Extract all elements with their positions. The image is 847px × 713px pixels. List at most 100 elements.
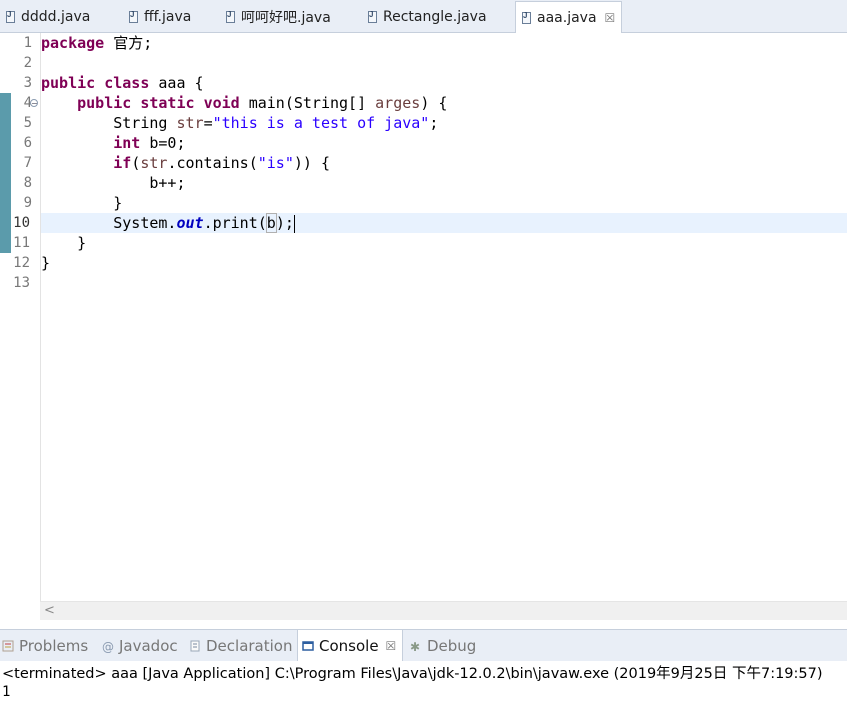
keyword: package [41,34,105,52]
line-number: 13 [13,275,30,291]
java-file-icon [226,10,235,23]
code-text: .print( [203,214,267,232]
code-text: String [113,114,177,132]
tab-label: dddd.java [21,8,91,25]
line-number: 12 [13,255,30,271]
code-text: } [113,194,123,212]
tab-label: aaa.java [537,9,597,26]
code-text: System. [113,214,177,232]
line-number: 8 [23,175,32,191]
code-text: main(String[] [239,94,376,112]
tab-aaa-java[interactable]: aaa.java ☒ [515,1,623,33]
editor-tab-bar: dddd.java fff.java 呵呵好吧.java Rectangle.j… [0,0,847,33]
code-text: b++; [149,174,186,192]
console-process-description: <terminated> aaa [Java Application] C:\P… [2,666,823,682]
local-variable: str [140,154,168,172]
tab-label: Console [319,636,379,655]
static-field: out [176,214,204,232]
line-number: 2 [23,55,32,71]
line-number: 7 [23,155,32,171]
bug-icon: ✱ [410,639,421,654]
code-editor[interactable]: 1 2 3 4 − 5 6 7 8 9 10 11 12 13 package … [0,33,847,601]
tab-rectangle-java[interactable]: Rectangle.java [362,2,487,31]
keyword: public [41,74,96,92]
code-line: public class aaa { [41,73,847,93]
code-line: if(str.contains("is")) { [41,153,847,173]
tab-declaration[interactable]: Declaration [189,630,292,661]
java-file-icon [368,10,377,23]
tab-hehe-java[interactable]: 呵呵好吧.java [220,2,331,31]
tab-label: fff.java [144,8,192,25]
java-file-icon [522,11,531,24]
keyword: if [113,154,132,172]
line-number: 3 [23,75,32,91]
code-text: aaa { [149,74,204,92]
keyword: void [203,94,240,112]
tab-label: Declaration [206,636,293,655]
code-line: public static void main(String[] arges) … [41,93,847,113]
console-output: 1 [2,684,11,700]
view-tab-bar: Problems @ Javadoc Declaration Console ☒… [0,629,847,662]
code-line: package 官方; [41,33,847,53]
fold-collapse-icon[interactable]: − [30,99,38,108]
code-line: } [41,233,847,253]
code-area[interactable]: package 官方; public class aaa { public st… [41,33,847,601]
line-number: 4 [23,95,32,111]
console-view[interactable]: <terminated> aaa [Java Application] C:\P… [0,661,847,713]
at-icon: @ [102,639,114,654]
tab-fff-java[interactable]: fff.java [123,2,191,31]
tab-label: Rectangle.java [383,8,487,25]
matched-token: b [265,213,277,233]
change-ruler [0,33,12,601]
problems-icon [2,640,14,651]
code-text: } [41,254,51,272]
close-icon[interactable]: ☒ [605,11,616,25]
tab-label: Javadoc [119,636,178,655]
line-number: 5 [23,115,32,131]
keyword: int [113,134,141,152]
code-line: } [41,253,847,273]
tab-debug[interactable]: ✱ Debug [410,630,476,661]
line-number: 10 [13,215,30,231]
tab-dddd-java[interactable]: dddd.java [0,2,90,31]
tab-problems[interactable]: Problems [2,630,88,661]
tab-label: Debug [427,636,477,655]
scroll-left-icon[interactable]: < [44,603,55,618]
code-text: } [77,234,87,252]
code-text: = [203,114,213,132]
code-text: ) { [420,94,448,112]
code-text: 官方; [104,34,153,52]
console-icon [302,640,314,651]
horizontal-scrollbar[interactable]: < [40,601,847,620]
code-text: .contains( [167,154,258,172]
line-number: 6 [23,135,32,151]
tab-javadoc[interactable]: @ Javadoc [102,630,178,661]
keyword: static [140,94,195,112]
tab-console[interactable]: Console ☒ [297,630,404,661]
local-variable: str [176,114,204,132]
declaration-icon [190,640,200,651]
close-icon[interactable]: ☒ [386,639,397,653]
keyword: public [77,94,132,112]
code-line: int b=0; [41,133,847,153]
code-line: String str="this is a test of java"; [41,113,847,133]
tab-label: 呵呵好吧.java [241,9,331,26]
string-literal: "is" [257,154,294,172]
code-text: ); [275,214,294,232]
parameter: arges [375,94,421,112]
code-text: ( [131,154,141,172]
keyword: class [104,74,150,92]
java-file-icon [6,10,15,23]
code-text: b=0; [140,134,186,152]
code-text: )) { [293,154,330,172]
java-file-icon [129,10,138,23]
code-line: b++; [41,173,847,193]
line-number: 11 [13,235,30,251]
line-number: 9 [23,195,32,211]
text-caret [293,214,295,233]
string-literal: "this is a test of java" [212,114,430,132]
code-line-current: System.out.print(b); [41,213,847,233]
code-line: } [41,193,847,213]
tab-label: Problems [19,636,89,655]
code-text: ; [429,114,439,132]
